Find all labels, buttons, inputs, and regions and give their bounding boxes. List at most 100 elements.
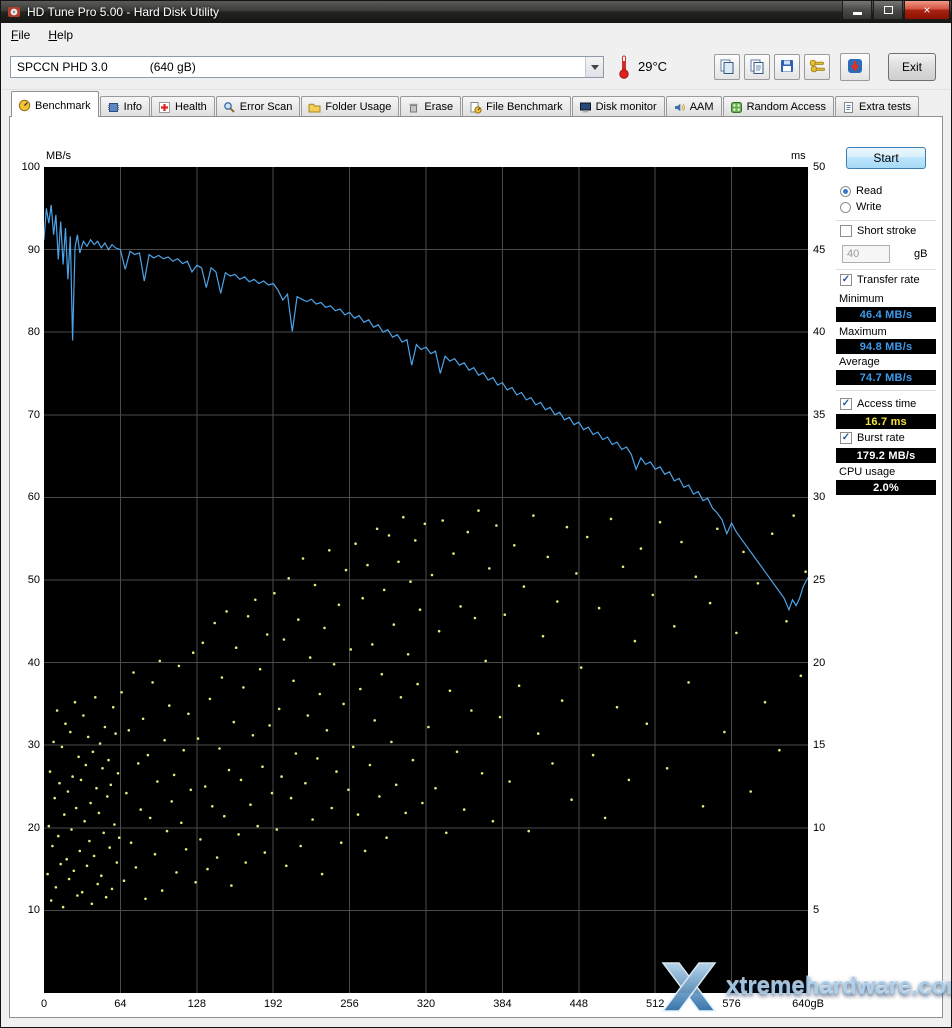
health-cross-icon [158, 101, 171, 114]
close-button[interactable]: × [904, 1, 950, 20]
transfer-rate-label: Transfer rate [857, 274, 920, 286]
y-left-tick: 30 [27, 739, 40, 752]
app-icon [7, 5, 21, 19]
write-radio[interactable] [840, 201, 851, 213]
tab-extra-tests[interactable]: Extra tests [835, 96, 920, 117]
access-time-value: 16.7 ms [836, 414, 936, 429]
tab-erase[interactable]: Erase [400, 96, 462, 117]
read-radio-row[interactable]: Read [840, 185, 882, 197]
access-time-row[interactable]: Access time [840, 398, 916, 410]
menu-help[interactable]: Help [39, 25, 82, 45]
drive-selector-combo[interactable]: SPCCN PHD 3.0 (640 gB) [10, 56, 604, 78]
drive-capacity: (640 gB) [149, 60, 196, 74]
y-right-tick: 15 [813, 739, 826, 752]
short-stroke-input[interactable] [842, 245, 890, 263]
right-axis-unit: ms [791, 150, 806, 162]
tab-disk-monitor[interactable]: Disk monitor [571, 96, 665, 117]
menu-file[interactable]: File [2, 25, 39, 45]
benchmark-chart [44, 167, 808, 993]
write-radio-row[interactable]: Write [840, 201, 881, 213]
tab-strip: Benchmark Info Health Error Scan Folder Usag… [9, 90, 943, 117]
keys-icon [808, 58, 826, 77]
save-screenshot-button[interactable] [774, 54, 800, 80]
copy-screenshot-button[interactable] [714, 54, 740, 80]
thermometer-icon [618, 54, 630, 83]
maximum-value: 94.8 MB/s [836, 339, 936, 354]
tab-error-scan[interactable]: Error Scan [215, 96, 301, 117]
tab-label: Erase [424, 101, 454, 113]
tab-info[interactable]: Info [99, 96, 150, 117]
minimum-value: 46.4 MB/s [836, 307, 936, 322]
tab-label: Info [123, 101, 142, 113]
read-label: Read [856, 185, 883, 197]
read-radio[interactable] [840, 185, 851, 197]
tab-health[interactable]: Health [151, 96, 215, 117]
start-button[interactable]: Start [846, 147, 926, 169]
short-stroke-unit: gB [914, 248, 928, 260]
y-right-tick: 10 [813, 821, 826, 834]
y-left-tick: 100 [21, 161, 40, 173]
tab-folder-usage[interactable]: Folder Usage [301, 96, 400, 117]
short-stroke-row[interactable]: Short stroke [840, 225, 916, 237]
temperature-value: 29°C [638, 59, 668, 74]
short-stroke-checkbox[interactable] [840, 225, 852, 237]
y-right-tick: 50 [813, 161, 826, 173]
window-title: HD Tune Pro 5.00 - Hard Disk Utility [27, 5, 220, 19]
y-left-tick: 80 [27, 326, 40, 339]
y-left-tick: 40 [27, 656, 40, 669]
x-tick: 576 [722, 998, 741, 1010]
burst-rate-checkbox[interactable] [840, 432, 852, 444]
minimize-button[interactable] [842, 1, 872, 20]
page-icon [842, 101, 855, 114]
tab-label: Random Access [746, 101, 827, 113]
maximum-label: Maximum [839, 326, 887, 338]
monitor-icon [579, 101, 592, 114]
copy-info-button[interactable] [744, 54, 770, 80]
folder-icon [308, 101, 321, 114]
transfer-rate-checkbox[interactable] [840, 274, 852, 286]
x-tick: 512 [646, 998, 665, 1010]
y-right-tick: 35 [813, 408, 826, 421]
separator [836, 220, 936, 221]
window-controls: × [841, 1, 950, 20]
registration-button[interactable] [804, 54, 830, 80]
separator [836, 390, 936, 391]
y-left-tick: 20 [27, 821, 40, 834]
y-right-tick: 45 [813, 243, 826, 256]
x-tick: 320 [416, 998, 436, 1010]
tab-label: File Benchmark [486, 101, 563, 113]
menu-bar: File Help [2, 23, 950, 46]
x-tick: 448 [569, 998, 588, 1010]
x-tick: 0 [40, 998, 48, 1010]
tab-label: AAM [689, 101, 714, 113]
access-time-label: Access time [857, 398, 917, 410]
x-tick: 256 [340, 998, 359, 1010]
y-left-tick: 60 [27, 491, 40, 504]
tab-random-access[interactable]: Random Access [722, 96, 835, 117]
y-right-tick: 40 [813, 326, 826, 339]
burst-rate-row[interactable]: Burst rate [840, 432, 905, 444]
download-update-button[interactable] [840, 53, 870, 81]
tab-benchmark[interactable]: Benchmark [11, 91, 99, 117]
drive-name: SPCCN PHD 3.0 [17, 60, 108, 74]
tab-label: Health [175, 101, 207, 113]
exit-button[interactable]: Exit [888, 53, 936, 81]
chevron-down-icon[interactable] [585, 57, 603, 77]
tab-label: Folder Usage [325, 101, 392, 113]
y-right-tick: 20 [813, 656, 826, 669]
title-bar: HD Tune Pro 5.00 - Hard Disk Utility × [1, 1, 951, 23]
tab-aam[interactable]: AAM [665, 96, 722, 117]
maximize-button[interactable] [873, 1, 903, 20]
transfer-rate-row[interactable]: Transfer rate [840, 274, 920, 286]
close-icon: × [923, 3, 931, 17]
copy-info-icon [749, 58, 765, 77]
minimize-icon [852, 12, 862, 15]
benchmark-page: MB/s ms 100 90 80 70 60 50 40 30 20 10 50 45 40 35 30 2… [9, 116, 951, 1018]
y-left-tick: 10 [27, 904, 40, 917]
chip-icon [107, 101, 120, 114]
access-time-checkbox[interactable] [840, 398, 852, 410]
tab-file-benchmark[interactable]: File Benchmark [462, 96, 571, 117]
burst-rate-value: 179.2 MB/s [836, 448, 936, 463]
write-label: Write [856, 201, 882, 213]
burst-rate-label: Burst rate [857, 432, 905, 444]
